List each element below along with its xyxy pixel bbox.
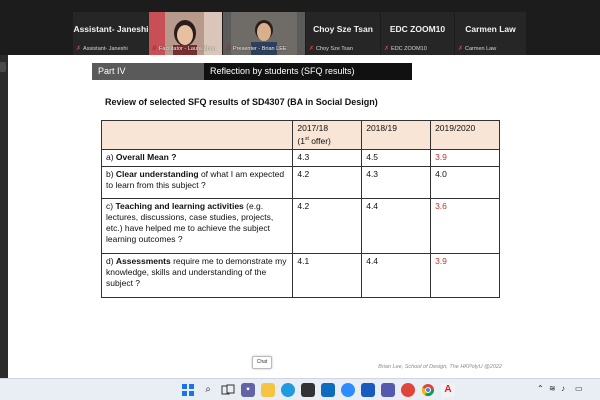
chevron-up-icon[interactable]: ⌃ (537, 384, 544, 393)
participant-display-name: Carmen Law (465, 24, 516, 34)
score-cell: 4.4 (361, 252, 432, 298)
muted-mic-icon: ✗ (226, 46, 232, 52)
question-cell: b) Clear understanding of what I am expe… (100, 165, 294, 199)
table-row: d) Assessments require me to demonstrate… (100, 252, 500, 298)
score-cell: 4.3 (361, 165, 432, 199)
participant-display-name: Assistant- Janeshi (73, 24, 149, 34)
zoom-icon[interactable] (341, 383, 355, 397)
chat-button[interactable]: Chat (252, 356, 272, 369)
edge-icon[interactable] (281, 383, 295, 397)
participant-name-label: ✗ Carmen Law (458, 46, 497, 52)
muted-mic-icon: ✗ (309, 46, 315, 52)
section-title: Reflection by students (SFQ results) (204, 63, 412, 80)
score-cell: 4.3 (292, 148, 363, 167)
score-cell: 4.4 (361, 197, 432, 254)
table-header-row: 2017/18 (1st offer) 2018/19 2019/2020 (100, 120, 500, 150)
sfq-results-table: 2017/18 (1st offer) 2018/19 2019/2020 a)… (100, 120, 500, 298)
participant-name-label: ✗ Choy Sze Tsan (309, 46, 353, 52)
participant-name-label: ✗ Presenter - Brian LEE (226, 46, 287, 52)
media-icon[interactable] (401, 383, 415, 397)
muted-mic-icon: ✗ (152, 46, 158, 52)
table-header-cell: 2018/19 (361, 120, 432, 150)
muted-mic-icon: ✗ (458, 46, 464, 52)
score-cell-highlighted: 3.9 (430, 148, 500, 167)
score-cell: 4.1 (292, 252, 363, 298)
question-cell: d) Assessments require me to demonstrate… (100, 252, 294, 298)
participant-video-tile[interactable]: ✗ Facilitator - Laura Zhou (149, 12, 222, 55)
table-header-cell: 2019/2020 (430, 120, 500, 150)
section-tag: Part IV (92, 63, 204, 80)
task-view-icon[interactable] (221, 383, 235, 397)
table-header-cell (100, 120, 294, 150)
score-cell-highlighted: 3.6 (430, 197, 500, 254)
windows-start-icon[interactable] (181, 383, 195, 397)
acrobat-icon[interactable]: A (441, 383, 455, 397)
store-icon[interactable] (301, 383, 315, 397)
review-title: Review of selected SFQ results of SD4307… (105, 97, 378, 107)
question-cell: c) Teaching and learning activities (e.g… (100, 197, 294, 254)
chrome-icon[interactable] (421, 383, 435, 397)
participant-tile[interactable]: Carmen Law ✗ Carmen Law (455, 12, 526, 55)
participant-tile[interactable]: Assistant- Janeshi ✗ Assistant- Janeshi (73, 12, 149, 55)
zoom-meeting-window: Assistant- Janeshi ✗ Assistant- Janeshi ✗… (0, 0, 600, 400)
teams-icon[interactable] (381, 383, 395, 397)
participant-name-label: ✗ Facilitator - Laura Zhou (152, 46, 216, 52)
word-icon[interactable] (361, 383, 375, 397)
score-cell: 4.0 (430, 165, 500, 199)
table-row: c) Teaching and learning activities (e.g… (100, 197, 500, 254)
wifi-icon[interactable]: ≋ (549, 384, 556, 393)
table-row: a) Overall Mean ? 4.3 4.5 3.9 (100, 148, 500, 167)
participant-display-name: Choy Sze Tsan (313, 24, 373, 34)
score-cell: 4.5 (361, 148, 432, 167)
battery-icon[interactable]: ▭ (575, 384, 583, 393)
participant-name-label: ✗ EDC ZOOM10 (384, 46, 427, 52)
score-cell: 4.2 (292, 197, 363, 254)
participant-name-label: ✗ Assistant- Janeshi (76, 46, 128, 52)
participant-strip: Assistant- Janeshi ✗ Assistant- Janeshi ✗… (0, 0, 600, 55)
participant-video-tile[interactable]: ✗ Presenter - Brian LEE (223, 12, 305, 55)
speaker-icon[interactable]: ♪ (561, 384, 565, 393)
left-gutter (0, 55, 8, 378)
score-cell: 4.2 (292, 165, 363, 199)
search-icon[interactable]: ⌕ (201, 383, 215, 397)
chat-icon[interactable]: ▪ (241, 383, 255, 397)
file-explorer-icon[interactable] (261, 383, 275, 397)
muted-mic-icon: ✗ (76, 46, 82, 52)
participant-display-name: EDC ZOOM10 (389, 24, 446, 34)
participant-tile[interactable]: Choy Sze Tsan ✗ Choy Sze Tsan (306, 12, 380, 55)
question-cell: a) Overall Mean ? (100, 148, 294, 167)
slide-footer: Brian Lee, School of Design, The HKPolyU… (378, 364, 502, 370)
taskbar: ⌕ ▪ A ⌃ ≋ ♪ ▭ (0, 378, 600, 400)
side-panel-handle[interactable] (0, 62, 6, 72)
mail-icon[interactable] (321, 383, 335, 397)
table-header-cell: 2017/18 (1st offer) (292, 120, 363, 150)
muted-mic-icon: ✗ (384, 46, 390, 52)
table-row: b) Clear understanding of what I am expe… (100, 165, 500, 199)
score-cell-highlighted: 3.9 (430, 252, 500, 298)
participant-tile[interactable]: EDC ZOOM10 ✗ EDC ZOOM10 (381, 12, 454, 55)
